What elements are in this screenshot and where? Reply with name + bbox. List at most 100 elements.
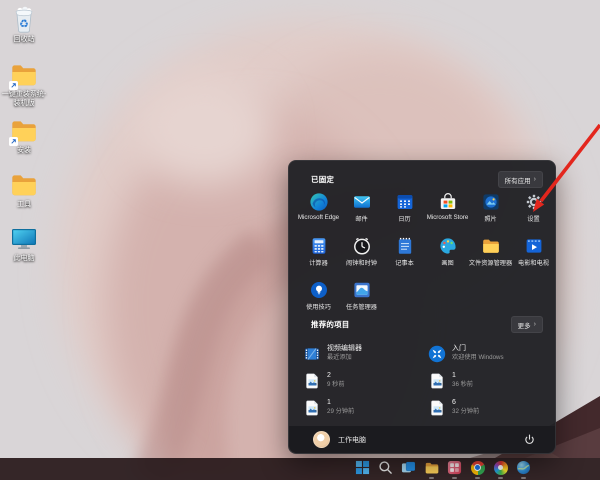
pinned-app-calculator[interactable]: 计算器: [297, 236, 340, 268]
recommended-item-recent-file[interactable]: 136 秒前: [428, 371, 546, 390]
shortcut-arrow-icon: [9, 81, 18, 90]
recommended-item-video-editor[interactable]: 视频编辑器最近添加: [303, 344, 428, 363]
notepad-icon: [395, 236, 415, 256]
windows-start-icon: [355, 460, 371, 476]
taskbar-pink-app[interactable]: [446, 459, 463, 479]
desktop-icon-label: 回收站: [14, 36, 35, 44]
pinned-app-label: 画图: [441, 258, 453, 267]
pinned-app-label: Microsoft Edge: [298, 214, 339, 221]
taskbar-start-button[interactable]: [354, 459, 371, 479]
pinned-app-label: 计算器: [309, 258, 328, 267]
desktop-icon-label: 安装: [17, 147, 31, 155]
desktop-screen: ♻ 回收站 一键重装系统- 装机版 安装: [0, 0, 600, 480]
more-button[interactable]: 更多 ›: [511, 316, 543, 333]
folder-icon: [9, 170, 39, 200]
all-apps-button[interactable]: 所有应用 ›: [498, 171, 543, 188]
task-manager-icon: [352, 280, 372, 300]
taskbar-search-button[interactable]: [377, 459, 394, 479]
more-label: 更多: [518, 320, 531, 330]
taskbar-icon-row: [354, 459, 532, 479]
pinned-apps-grid: Microsoft Edge 邮件 日历 Microsoft Store 照片: [297, 192, 555, 312]
pinned-app-paint[interactable]: 画图: [426, 236, 469, 268]
image-file-icon: [303, 371, 321, 391]
pinned-app-photos[interactable]: 照片: [469, 192, 512, 224]
alarms-clock-icon: [352, 236, 372, 256]
recommended-title: 视频编辑器: [327, 345, 362, 354]
desktop-icon-install-shortcut[interactable]: 安装: [0, 116, 48, 155]
rainbow-browser-icon: [493, 460, 509, 476]
recommended-item-recent-file[interactable]: 29 秒前: [303, 371, 428, 390]
pinned-app-mail[interactable]: 邮件: [340, 192, 383, 224]
pinned-app-settings[interactable]: 设置: [512, 192, 555, 224]
taskbar-task-view-button[interactable]: [400, 459, 417, 479]
image-file-icon: [303, 398, 321, 418]
pinned-app-calendar[interactable]: 日历: [383, 192, 426, 224]
pinned-app-task-manager[interactable]: 任务管理器: [340, 280, 383, 312]
svg-text:♻: ♻: [19, 19, 29, 31]
chrome-icon: [470, 460, 486, 476]
running-indicator: [429, 477, 434, 479]
tips-icon: [309, 280, 329, 300]
shortcut-arrow-icon: [9, 137, 18, 146]
power-icon: [524, 434, 535, 445]
recommended-subtitle: 32 分钟前: [452, 408, 479, 416]
power-button[interactable]: [523, 434, 535, 446]
pink-app-icon: [447, 460, 463, 476]
search-icon: [378, 460, 394, 476]
paint-icon: [438, 236, 458, 256]
recommended-item-recent-file[interactable]: 129 分钟前: [303, 398, 428, 417]
desktop-icon-this-pc[interactable]: 此电脑: [0, 224, 48, 263]
desktop-icon-tools-folder[interactable]: 工具: [0, 170, 48, 209]
recommended-subtitle: 9 秒前: [327, 381, 345, 389]
user-name[interactable]: 工作电脑: [338, 435, 366, 445]
pinned-app-notepad[interactable]: 记事本: [383, 236, 426, 268]
pinned-app-label: 邮件: [355, 214, 367, 223]
taskbar-globe-browser[interactable]: [515, 459, 532, 479]
recommended-title: 2: [327, 372, 345, 381]
recommended-subtitle: 欢迎使用 Windows: [452, 354, 504, 362]
pinned-app-microsoft-store[interactable]: Microsoft Store: [426, 192, 469, 224]
recommended-title: 1: [452, 372, 473, 381]
image-file-icon: [428, 371, 446, 391]
recycle-bin-icon: ♻: [9, 5, 39, 35]
video-editor-icon: [303, 344, 321, 364]
calendar-icon: [395, 192, 415, 212]
user-avatar[interactable]: [313, 431, 330, 448]
start-menu-footer: 工作电脑: [289, 426, 555, 453]
pinned-app-label: 设置: [527, 214, 539, 223]
recommended-grid: 视频编辑器最近添加 入门欢迎使用 Windows 29 秒前 136 秒前 12…: [303, 344, 546, 417]
pinned-app-label: 使用技巧: [306, 302, 331, 311]
desktop-icon-label: 工具: [17, 201, 31, 209]
store-icon: [438, 192, 458, 212]
pinned-app-label: 任务管理器: [346, 302, 377, 311]
recommended-item-recent-file[interactable]: 632 分钟前: [428, 398, 546, 417]
folder-icon: [9, 60, 39, 90]
pinned-app-label: Microsoft Store: [427, 214, 469, 221]
desktop-icon-label: 一键重装系统-: [2, 91, 46, 99]
edge-icon: [309, 192, 329, 212]
folder-icon: [9, 116, 39, 146]
running-indicator: [521, 477, 526, 479]
taskbar-rainbow-browser[interactable]: [492, 459, 509, 479]
desktop-icon-setup-shortcut[interactable]: 一键重装系统- 装机版: [0, 60, 48, 108]
pinned-app-file-explorer[interactable]: 文件资源管理器: [469, 236, 512, 268]
running-indicator: [452, 477, 457, 479]
taskbar-chrome[interactable]: [469, 459, 486, 479]
recommended-title: 6: [452, 399, 479, 408]
recommended-title: 1: [327, 399, 354, 408]
desktop-icon-recycle-bin[interactable]: ♻ 回收站: [0, 5, 48, 44]
pinned-app-microsoft-edge[interactable]: Microsoft Edge: [297, 192, 340, 224]
pinned-app-tips[interactable]: 使用技巧: [297, 280, 340, 312]
chevron-right-icon: ›: [534, 321, 536, 328]
pinned-app-movies-tv[interactable]: 电影和电视: [512, 236, 555, 268]
pinned-app-alarms-clock[interactable]: 闹钟和时钟: [340, 236, 383, 268]
recommended-item-get-started[interactable]: 入门欢迎使用 Windows: [428, 344, 546, 363]
mail-icon: [352, 192, 372, 212]
pinned-app-label: 电影和电视: [518, 258, 549, 267]
pinned-app-label: 日历: [398, 214, 410, 223]
start-menu: 已固定 所有应用 › Microsoft Edge 邮件 日历 Microsof…: [288, 160, 556, 454]
recommended-section-header: 推荐的项目: [311, 319, 350, 330]
taskbar-file-explorer[interactable]: [423, 459, 440, 479]
recommended-subtitle: 36 秒前: [452, 381, 473, 389]
running-indicator: [498, 477, 503, 479]
